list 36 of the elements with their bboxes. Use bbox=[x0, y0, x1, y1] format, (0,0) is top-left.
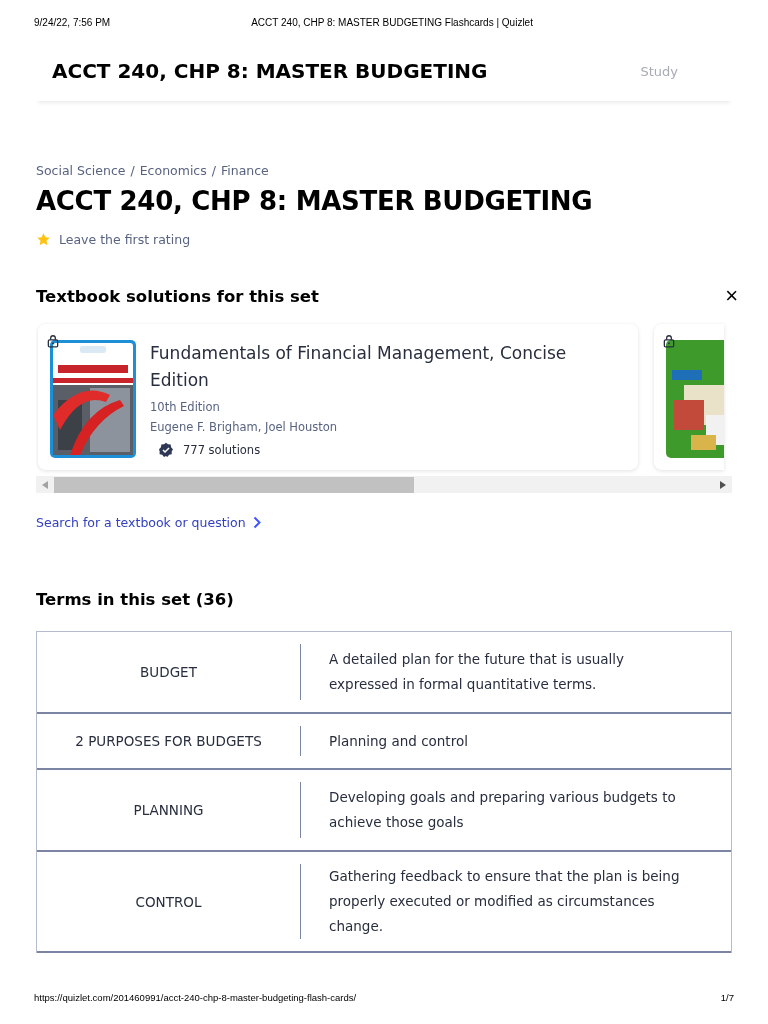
solutions-count: 777 solutions bbox=[183, 443, 261, 457]
breadcrumb-separator: / bbox=[211, 163, 216, 178]
rating-link[interactable]: Leave the first rating bbox=[59, 232, 191, 247]
term-text: PLANNING bbox=[133, 802, 204, 818]
print-date: 9/24/22, 7:56 PM bbox=[34, 17, 111, 30]
textbook-card[interactable] bbox=[654, 324, 724, 470]
section-heading: Textbook solutions for this set bbox=[36, 286, 319, 306]
definition-text: A detailed plan for the future that is usually expressed in formal quantitative terms. bbox=[329, 651, 625, 692]
header-title: ACCT 240, CHP 8: MASTER BUDGETING bbox=[52, 59, 488, 83]
textbook-card[interactable]: Fundamentals of Financial Management, Concise Edition 10th Edition Eugene F. Brigham, Joel Houston 777 solutions bbox=[38, 324, 638, 470]
book-authors: Eugene F. Brigham, Joel Houston bbox=[150, 420, 339, 434]
close-button[interactable]: × bbox=[725, 285, 738, 307]
print-url: https://quizlet.com/201460991/acct-240-chp-8-master-budgeting-flash-cards/ bbox=[34, 992, 357, 1003]
set-title: ACCT 240, CHP 8: MASTER BUDGETING bbox=[36, 186, 594, 216]
scroll-right-icon[interactable] bbox=[720, 480, 726, 489]
section-heading: Terms in this set (36) bbox=[36, 590, 235, 609]
verified-badge-icon bbox=[158, 442, 174, 458]
definition-text: Gathering feedback to ensure that the plan is being properly executed or modified as circumstances change. bbox=[329, 868, 680, 934]
scrollbar-thumb[interactable] bbox=[54, 476, 414, 493]
breadcrumb-link[interactable]: Finance bbox=[220, 163, 269, 178]
definition-text: Developing goals and preparing various budgets to achieve those goals bbox=[329, 789, 676, 830]
print-title: ACCT 240, CHP 8: MASTER BUDGETING Flashcards | Quizlet bbox=[251, 17, 533, 30]
book-title[interactable]: Fundamentals of Financial Management, Concise Edition bbox=[150, 340, 590, 394]
breadcrumb-link[interactable]: Economics bbox=[139, 163, 207, 178]
horizontal-scrollbar[interactable] bbox=[36, 476, 732, 493]
term-text: BUDGET bbox=[140, 664, 197, 680]
book-edition: 10th Edition bbox=[150, 400, 221, 414]
definition-text: Planning and control bbox=[329, 732, 468, 749]
term-text: 2 PURPOSES FOR BUDGETS bbox=[75, 733, 262, 749]
breadcrumb-separator: / bbox=[130, 163, 135, 178]
star-icon bbox=[36, 232, 51, 247]
term-text: CONTROL bbox=[135, 893, 202, 910]
chevron-right-icon[interactable] bbox=[252, 516, 261, 529]
search-link[interactable]: Search for a textbook or question bbox=[36, 515, 246, 530]
page-number: 1/7 bbox=[720, 992, 734, 1003]
breadcrumb-link[interactable]: Social Science bbox=[36, 163, 126, 178]
